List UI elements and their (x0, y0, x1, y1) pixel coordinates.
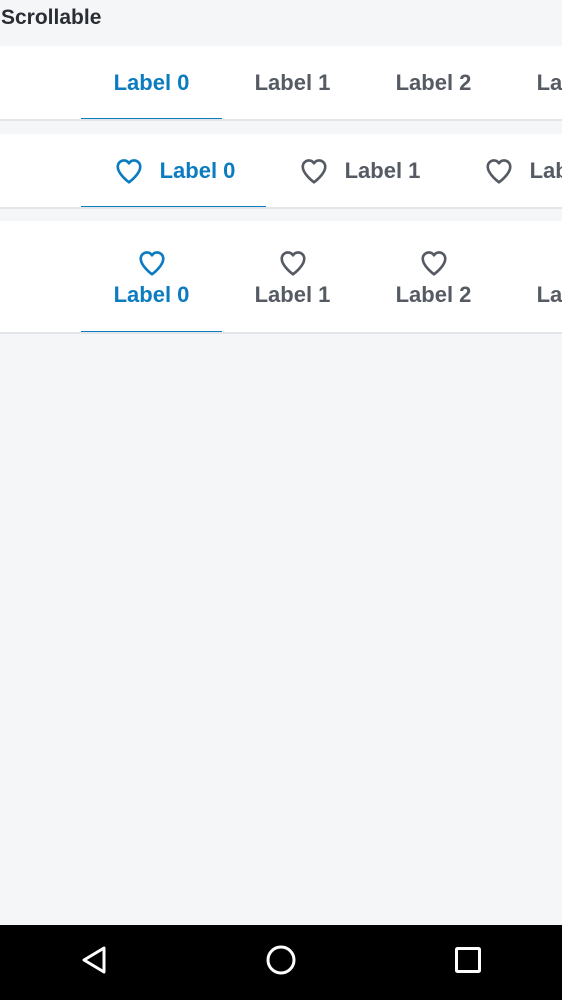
tab-label-1[interactable]: Label 1 (266, 134, 451, 207)
back-triangle-icon (79, 945, 109, 980)
tab-label: Label 1 (254, 281, 331, 307)
tab-label: Label 3 (536, 69, 562, 95)
tab-label-3[interactable]: Label 3 (504, 46, 562, 119)
tab-label-0[interactable]: Label 0 (81, 134, 266, 207)
tab-label-0[interactable]: Label 0 (81, 46, 222, 119)
system-navigation-bar (0, 925, 562, 1000)
heart-icon (482, 156, 516, 186)
tab-label: Label 0 (159, 157, 236, 183)
heart-icon (297, 156, 331, 186)
home-circle-icon (265, 944, 297, 981)
tab-label: Label 2 (395, 69, 472, 95)
recents-button[interactable] (428, 925, 508, 1000)
tab-label: Label 2 (395, 281, 472, 307)
heart-icon (112, 156, 146, 186)
heart-icon (558, 248, 562, 278)
tab-label-2[interactable]: Label 2 (451, 134, 562, 207)
tab-label-0[interactable]: Label 0 (81, 221, 222, 332)
tab-label: Label 2 (529, 157, 562, 183)
tabbar-icon-stacked: Label 0 Label 1 Label 2 Label 3 (0, 221, 562, 334)
tabbar-text-only: Label 0 Label 1 Label 2 Label 3 (0, 46, 562, 121)
tab-label-2[interactable]: Label 2 (363, 46, 504, 119)
recents-square-icon (454, 946, 482, 979)
tab-label-3[interactable]: Label 3 (504, 221, 562, 332)
tab-label-2[interactable]: Label 2 (363, 221, 504, 332)
tab-label-1[interactable]: Label 1 (222, 46, 363, 119)
tab-label: Label 3 (536, 281, 562, 307)
heart-icon (135, 248, 169, 278)
back-button[interactable] (54, 925, 134, 1000)
home-button[interactable] (241, 925, 321, 1000)
heart-icon (276, 248, 310, 278)
tab-label-1[interactable]: Label 1 (222, 221, 363, 332)
heart-icon (417, 248, 451, 278)
tab-label: Label 0 (113, 281, 190, 307)
tab-label: Label 1 (254, 69, 331, 95)
tab-label: Label 1 (344, 157, 421, 183)
tabbar-icon-inline: Label 0 Label 1 Label 2 (0, 134, 562, 209)
tab-label: Label 0 (113, 69, 190, 95)
page-title: Scrollable (1, 6, 102, 29)
